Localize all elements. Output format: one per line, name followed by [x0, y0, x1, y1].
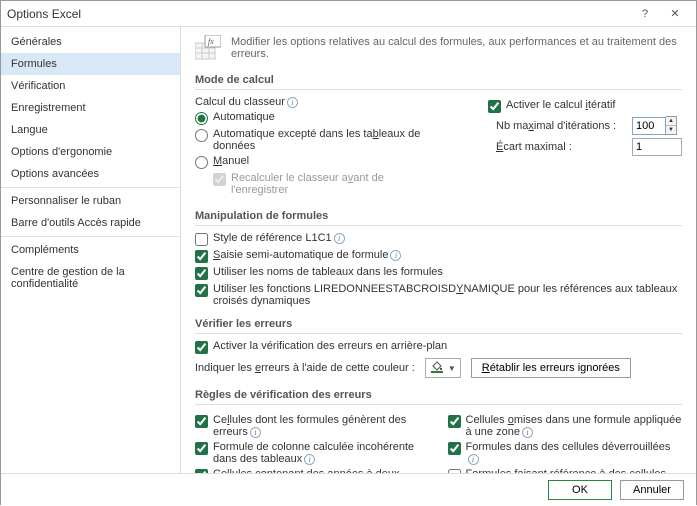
rule-inconsistent-calc-col[interactable]: Formule de colonne calculée incohérente …	[195, 441, 430, 465]
rule-empty-refs[interactable]: Formules faisant référence à des cellule…	[448, 468, 683, 473]
dialog-footer: OK Annuler	[1, 473, 696, 506]
sidebar-item[interactable]: Personnaliser le ruban	[1, 190, 180, 212]
label-max-iter: Nb maximal d'itérations :	[496, 120, 626, 132]
info-icon[interactable]	[250, 427, 261, 438]
input-max-iter[interactable]	[632, 117, 666, 135]
check-recalc-input	[213, 173, 226, 186]
check-table-names[interactable]: Utiliser les noms de tableaux dans les f…	[195, 266, 682, 280]
radio-auto-except-input[interactable]	[195, 129, 208, 142]
sidebar-item[interactable]: Générales	[1, 31, 180, 53]
check-r1c1[interactable]: Style de référence L1C1	[195, 232, 682, 246]
section-verr-title: Vérifier les erreurs	[195, 315, 682, 334]
cancel-button[interactable]: Annuler	[620, 480, 684, 500]
section-rules-title: Règles de vérification des erreurs	[195, 386, 682, 405]
check-bg-error[interactable]: Activer la vérification des erreurs en a…	[195, 340, 682, 354]
page-header-icon: fx	[195, 35, 221, 61]
check-formula-autocomplete[interactable]: Saisie semi-automatique de formule	[195, 249, 682, 263]
sidebar-item[interactable]: Vérification	[1, 75, 180, 97]
reset-ignored-errors-button[interactable]: Rétablir les erreurs ignorées	[471, 358, 631, 378]
ok-button[interactable]: OK	[548, 480, 612, 500]
sidebar-item[interactable]: Options d'ergonomie	[1, 141, 180, 163]
window-title: Options Excel	[7, 7, 630, 21]
chevron-down-icon: ▼	[448, 364, 456, 373]
rule-formula-errors[interactable]: Cellules dont les formules génèrent des …	[195, 414, 430, 438]
error-color-picker[interactable]: ▼	[425, 358, 461, 378]
spin-down-icon[interactable]: ▼	[666, 126, 676, 134]
info-icon[interactable]	[522, 427, 533, 438]
section-manip-title: Manipulation de formules	[195, 207, 682, 226]
info-icon[interactable]	[287, 97, 298, 108]
check-getpivotdata[interactable]: Utiliser les fonctions LIREDONNEESTABCRO…	[195, 283, 682, 307]
sidebar-item[interactable]: Formules	[1, 53, 180, 75]
rule-two-digit-years[interactable]: Cellules contenant des années à deux chi…	[195, 468, 430, 473]
spinner-max-iter[interactable]: ▲▼	[632, 116, 677, 135]
page-header-desc: Modifier les options relatives au calcul…	[231, 36, 682, 60]
svg-text:fx: fx	[208, 37, 214, 46]
sidebar-item[interactable]: Langue	[1, 119, 180, 141]
info-icon[interactable]	[334, 233, 345, 244]
info-icon[interactable]	[390, 250, 401, 261]
radio-manual-input[interactable]	[195, 156, 208, 169]
calc-subtitle: Calcul du classeur	[195, 96, 285, 108]
help-button[interactable]: ?	[630, 4, 660, 24]
check-iterative[interactable]: Activer le calcul itératif	[488, 99, 682, 113]
main-pane: fx Modifier les options relatives au cal…	[181, 27, 696, 473]
radio-auto-input[interactable]	[195, 112, 208, 125]
sidebar-item[interactable]: Centre de gestion de la confidentialité	[1, 261, 180, 295]
check-iterative-input[interactable]	[488, 100, 501, 113]
radio-auto-except[interactable]: Automatique excepté dans les tableaux de…	[195, 128, 438, 152]
radio-manual[interactable]: Manuel	[195, 155, 438, 169]
sidebar-item[interactable]: Enregistrement	[1, 97, 180, 119]
section-calc-title: Mode de calcul	[195, 71, 682, 90]
sidebar-separator	[1, 236, 180, 237]
rule-unlocked-cells[interactable]: Formules dans des cellules déverrouillée…	[448, 441, 683, 465]
radio-auto[interactable]: Automatique	[195, 111, 438, 125]
sidebar-separator	[1, 187, 180, 188]
category-sidebar: GénéralesFormulesVérificationEnregistrem…	[1, 27, 181, 473]
rule-omitted-cells[interactable]: Cellules omises dans une formule appliqu…	[448, 414, 683, 438]
info-icon[interactable]	[304, 454, 315, 465]
close-button[interactable]: ✕	[660, 4, 690, 24]
label-error-color: Indiquer les erreurs à l'aide de cette c…	[195, 362, 415, 374]
input-max-eps[interactable]	[632, 138, 682, 156]
title-bar: Options Excel ? ✕	[1, 1, 696, 27]
label-max-eps: Écart maximal :	[496, 141, 626, 153]
sidebar-item[interactable]: Barre d'outils Accès rapide	[1, 212, 180, 234]
paint-bucket-icon	[430, 360, 444, 377]
check-recalc-before-save: Recalculer le classeur avant de l'enregi…	[213, 172, 438, 196]
sidebar-item[interactable]: Compléments	[1, 239, 180, 261]
info-icon[interactable]	[468, 454, 479, 465]
spin-up-icon[interactable]: ▲	[666, 117, 676, 126]
sidebar-item[interactable]: Options avancées	[1, 163, 180, 185]
